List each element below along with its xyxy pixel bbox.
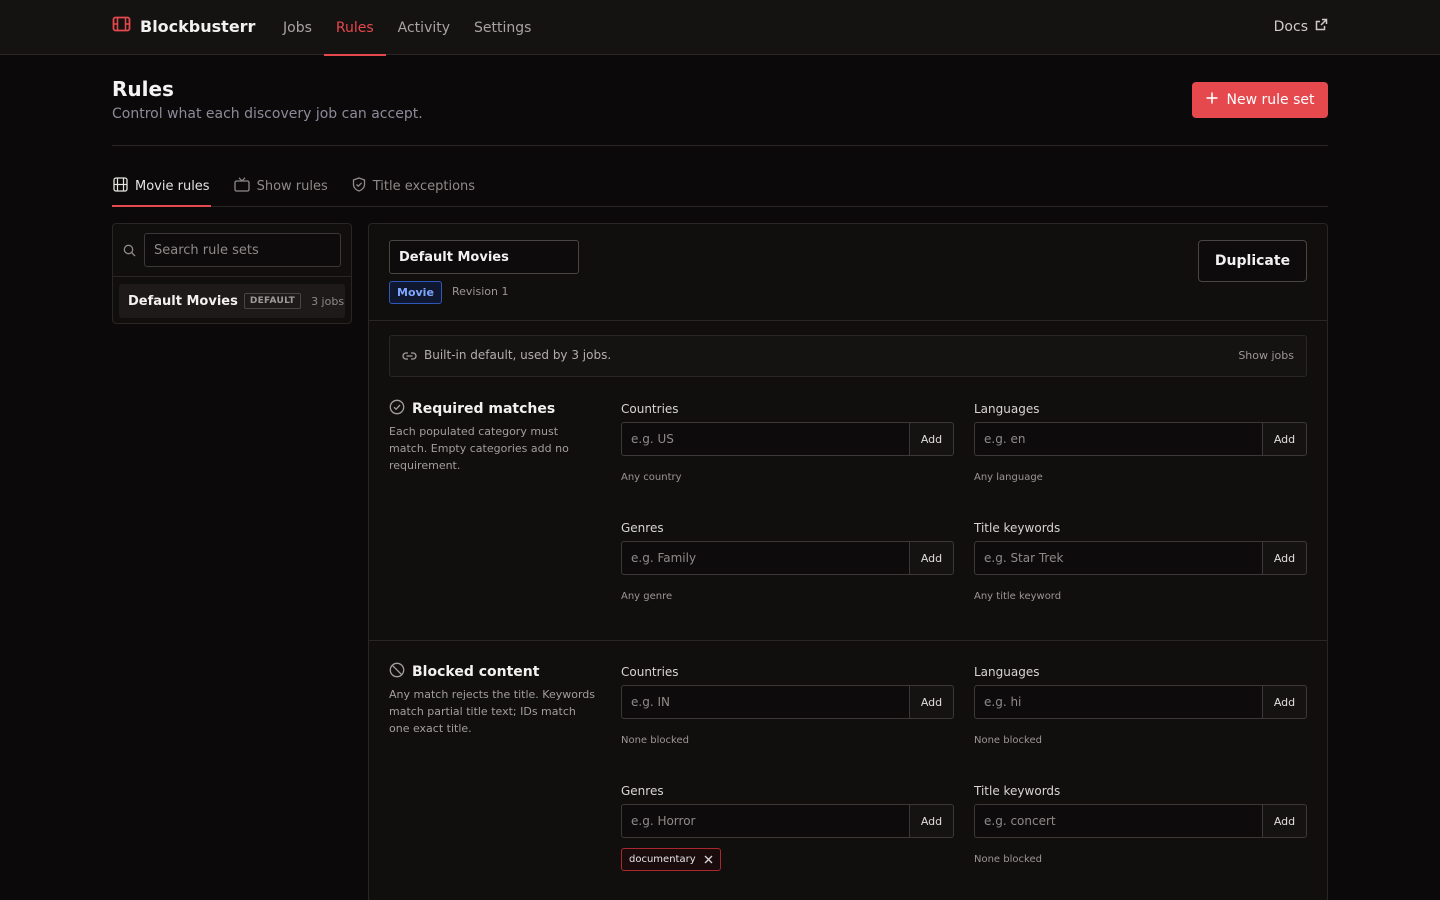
- field-label: Genres: [621, 784, 664, 798]
- docs-link[interactable]: Docs: [1274, 18, 1328, 35]
- field-label: Languages: [974, 402, 1040, 416]
- app-name: Blockbusterr: [140, 16, 256, 36]
- field-hint: None blocked: [621, 735, 689, 746]
- add-button[interactable]: Add: [909, 804, 954, 838]
- section-divider: [369, 640, 1327, 641]
- nav-rules[interactable]: Rules: [323, 0, 386, 56]
- page-title: Rules: [112, 77, 174, 101]
- blocked-content-section: Blocked content Any match rejects the ti…: [369, 662, 1327, 900]
- ruleset-editor: Movie Revision 1 Duplicate Built-in defa…: [368, 223, 1328, 900]
- languages-input[interactable]: [974, 422, 1263, 456]
- section-description: Each populated category must match. Empt…: [389, 425, 569, 472]
- chip-label: documentary: [629, 854, 696, 865]
- docs-label: Docs: [1273, 18, 1308, 35]
- languages-input[interactable]: [974, 685, 1263, 719]
- divider: [369, 320, 1327, 321]
- field-hint: None blocked: [974, 854, 1042, 865]
- ruleset-name: Default Movies: [128, 293, 238, 309]
- tv-icon: [233, 176, 250, 196]
- genre-chip: documentary: [621, 848, 721, 871]
- add-button[interactable]: Add: [1262, 685, 1307, 719]
- field-hint: Any title keyword: [974, 591, 1062, 602]
- nav-settings[interactable]: Settings: [462, 0, 543, 55]
- field-label: Title keywords: [974, 784, 1061, 798]
- ruleset-sidebar: Default Movies DEFAULT 3 jobs: [112, 223, 352, 324]
- header-divider: [112, 145, 1328, 146]
- add-button[interactable]: Add: [1262, 541, 1307, 575]
- ruleset-search: [113, 224, 351, 277]
- field-hint: Any language: [974, 472, 1043, 483]
- new-rule-set-label: New rule set: [1226, 92, 1315, 108]
- info-banner: Built-in default, used by 3 jobs. Show j…: [389, 335, 1307, 377]
- ban-icon: [389, 662, 405, 682]
- main-nav: Jobs Rules Activity Settings: [271, 0, 543, 56]
- link-icon: [402, 350, 417, 366]
- tab-title-exceptions[interactable]: Title exceptions: [351, 166, 476, 206]
- countries-input[interactable]: [621, 422, 910, 456]
- top-navbar: Blockbusterr Jobs Rules Activity Setting…: [0, 0, 1440, 56]
- section-header: Required matches: [389, 399, 555, 419]
- tab-show-rules[interactable]: Show rules: [233, 166, 329, 206]
- show-jobs-link[interactable]: Show jobs: [1238, 349, 1294, 362]
- nav-jobs[interactable]: Jobs: [271, 0, 324, 55]
- section-header: Blocked content: [389, 662, 539, 682]
- revision-label: Revision 1: [452, 285, 509, 298]
- search-input[interactable]: [144, 233, 341, 267]
- field-label: Countries: [621, 402, 679, 416]
- add-button[interactable]: Add: [909, 685, 954, 719]
- check-circle-icon: [389, 399, 405, 419]
- countries-input[interactable]: [621, 685, 910, 719]
- field-label: Countries: [621, 665, 679, 679]
- new-rule-set-button[interactable]: New rule set: [1192, 82, 1328, 118]
- ruleset-item[interactable]: Default Movies DEFAULT 3 jobs: [119, 284, 345, 318]
- field-hint: Any genre: [621, 591, 673, 602]
- plus-icon: [1206, 92, 1218, 108]
- rule-tabs: Movie rules Show rules Title exceptions: [112, 166, 1328, 207]
- field-label: Genres: [621, 521, 664, 535]
- tab-movie-rules[interactable]: Movie rules: [112, 166, 211, 207]
- keywords-input[interactable]: [974, 804, 1263, 838]
- add-button[interactable]: Add: [1262, 804, 1307, 838]
- field-label: Title keywords: [974, 521, 1061, 535]
- field-hint: None blocked: [974, 735, 1042, 746]
- add-button[interactable]: Add: [909, 541, 954, 575]
- film-logo-icon: [112, 16, 131, 36]
- tab-label: Title exceptions: [372, 178, 476, 194]
- add-button[interactable]: Add: [1262, 422, 1307, 456]
- search-icon: [123, 244, 136, 261]
- duplicate-button[interactable]: Duplicate: [1198, 240, 1307, 282]
- field-hint: Any country: [621, 472, 682, 483]
- nav-activity[interactable]: Activity: [386, 0, 462, 55]
- external-link-icon: [1315, 18, 1328, 35]
- tab-label: Show rules: [256, 178, 328, 194]
- genres-input[interactable]: [621, 541, 910, 575]
- add-button[interactable]: Add: [909, 422, 954, 456]
- tab-label: Movie rules: [135, 178, 210, 194]
- default-badge: DEFAULT: [243, 293, 302, 309]
- type-tag: Movie: [389, 281, 442, 304]
- section-title: Blocked content: [412, 664, 540, 680]
- page-subtitle: Control what each discovery job can acce…: [112, 106, 423, 122]
- film-icon: [113, 176, 128, 196]
- brand[interactable]: Blockbusterr: [112, 16, 255, 36]
- section-title: Required matches: [412, 401, 556, 417]
- section-description: Any match rejects the title. Keywords ma…: [389, 688, 596, 735]
- close-icon[interactable]: [704, 855, 713, 864]
- ruleset-name-input[interactable]: [389, 240, 579, 274]
- required-matches-section: Required matches Each populated category…: [369, 399, 1327, 639]
- keywords-input[interactable]: [974, 541, 1263, 575]
- shield-check-icon: [352, 176, 366, 196]
- genres-input[interactable]: [621, 804, 910, 838]
- ruleset-job-count: 3 jobs: [311, 294, 345, 308]
- info-text: Built-in default, used by 3 jobs.: [424, 348, 612, 362]
- field-label: Languages: [974, 665, 1040, 679]
